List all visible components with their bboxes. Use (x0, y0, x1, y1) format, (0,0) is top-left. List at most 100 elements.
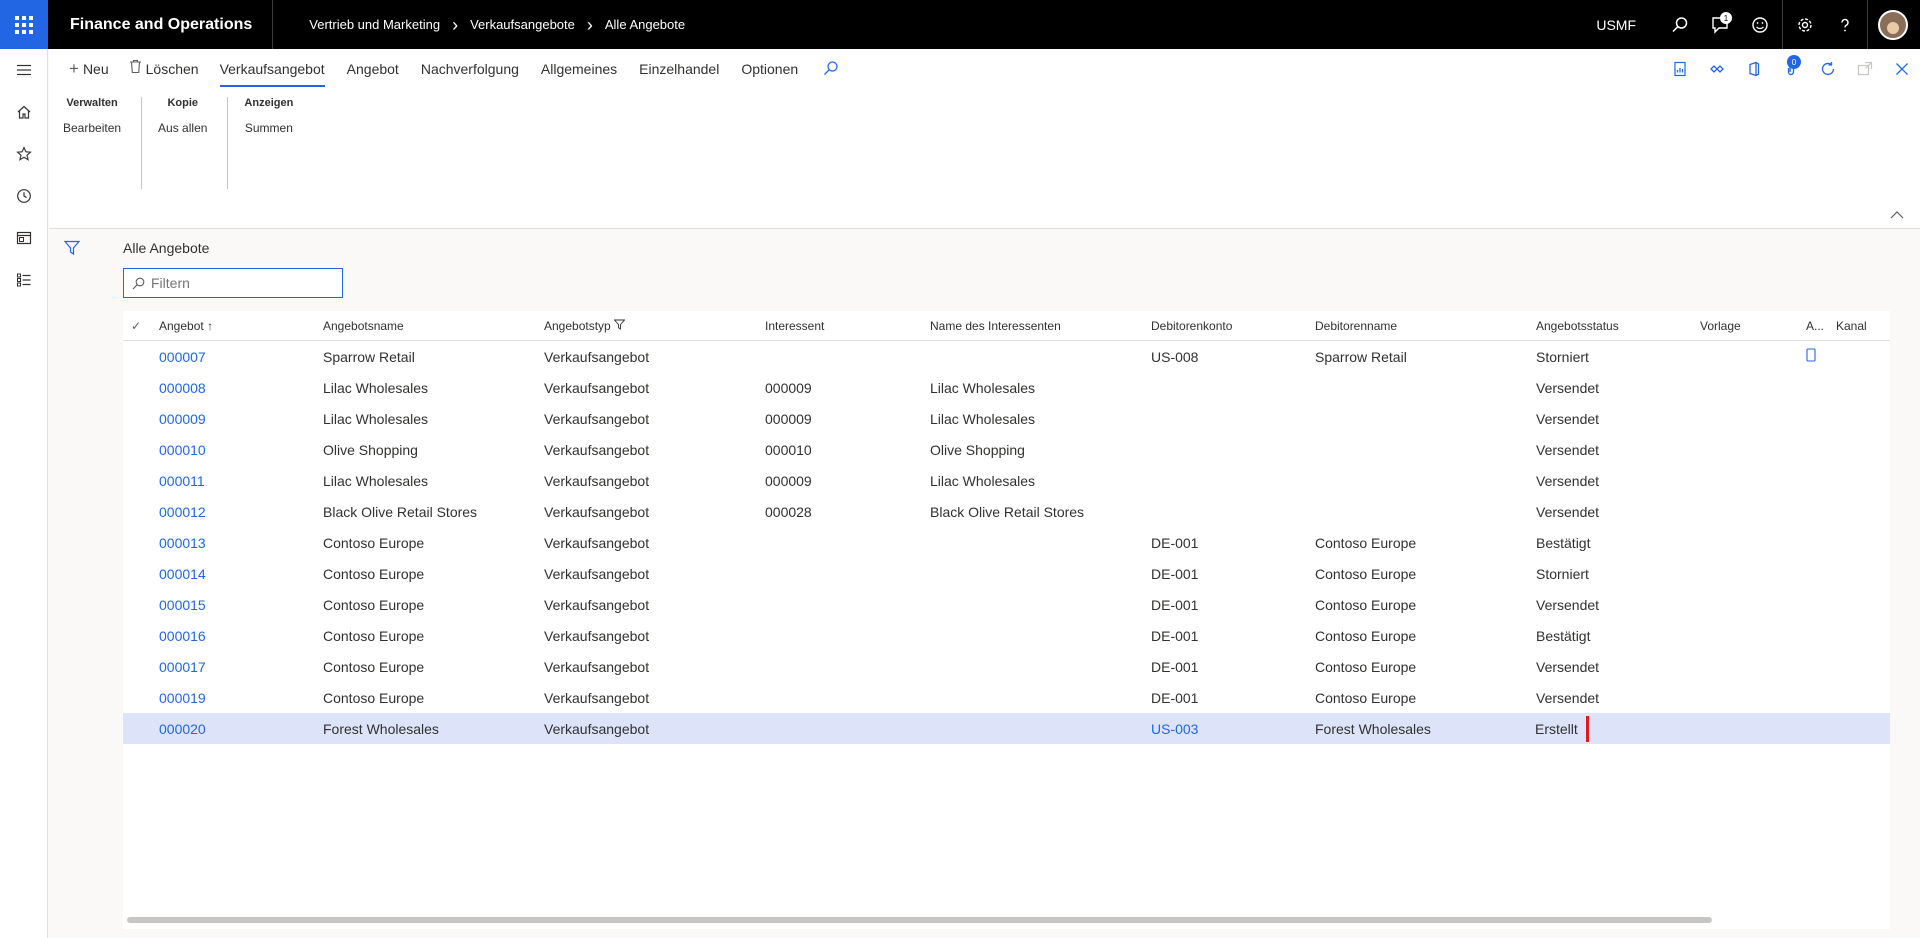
refresh-icon[interactable] (1809, 49, 1846, 89)
help-button[interactable] (1825, 0, 1865, 49)
column-header-angebotsname[interactable]: Angebotsname (323, 319, 544, 333)
table-row[interactable]: 000007 Sparrow Retail Verkaufsangebot US-00… (123, 341, 1890, 372)
cell-angebotstyp: Verkaufsangebot (544, 472, 650, 489)
table-row[interactable]: 000014 Contoso Europe Verkaufsangebot DE-00… (123, 558, 1890, 589)
new-button[interactable]: + Neu (59, 49, 119, 89)
cell-angebot[interactable]: 000010 (159, 442, 323, 458)
cell-angebot[interactable]: 000009 (159, 411, 323, 427)
cell-angebotsname: Contoso Europe (323, 565, 425, 582)
column-header-kanal[interactable]: Kanal (1836, 319, 1876, 333)
cell-debitorenkonto: US-008 (1151, 348, 1199, 365)
cell-angebotstyp: Verkaufsangebot (544, 503, 650, 520)
tab-verkaufsangebot[interactable]: Verkaufsangebot (209, 49, 336, 89)
close-icon[interactable] (1883, 49, 1920, 89)
column-header-interessent[interactable]: Interessent (765, 319, 930, 333)
open-new-window-icon[interactable] (1846, 49, 1883, 89)
search-icon (132, 277, 145, 289)
filter-input[interactable] (151, 275, 331, 291)
column-header-a[interactable]: A... (1806, 319, 1836, 333)
cell-angebot[interactable]: 000017 (159, 659, 323, 675)
table-row[interactable]: 000011 Lilac Wholesales Verkaufsangebot 000… (123, 465, 1890, 496)
office-icon[interactable] (1735, 49, 1772, 89)
recent-clock-icon[interactable] (0, 175, 48, 217)
hamburger-menu-icon[interactable] (0, 49, 48, 91)
filter-field[interactable] (123, 268, 343, 298)
column-header-debitorenkonto[interactable]: Debitorenkonto (1151, 319, 1315, 333)
cell-debitorenkonto: DE-001 (1151, 689, 1199, 706)
edit-button[interactable]: Bearbeiten (63, 121, 121, 135)
feedback-button[interactable] (1740, 0, 1780, 49)
delete-button[interactable]: Löschen (119, 49, 209, 89)
table-row[interactable]: 000019 Contoso Europe Verkaufsangebot DE-00… (123, 682, 1890, 713)
select-all-checkmark-icon[interactable]: ✓ (123, 319, 159, 333)
collapse-chevron-up-icon[interactable] (1890, 207, 1904, 222)
cell-angebotstyp: Verkaufsangebot (544, 441, 650, 458)
breadcrumb-item-1[interactable]: Vertrieb und Marketing (309, 17, 440, 32)
favorites-star-icon[interactable] (0, 133, 48, 175)
tab-angebot[interactable]: Angebot (336, 49, 410, 89)
cell-debitorenname: Contoso Europe (1315, 658, 1417, 675)
column-header-vorlage[interactable]: Vorlage (1700, 319, 1806, 333)
column-header-debitorenname[interactable]: Debitorenname (1315, 319, 1536, 333)
cell-angebot[interactable]: 000015 (159, 597, 323, 613)
action-search-icon[interactable] (823, 60, 839, 79)
cell-angebot[interactable]: 000012 (159, 504, 323, 520)
table-row[interactable]: 000017 Contoso Europe Verkaufsangebot DE-00… (123, 651, 1890, 682)
cell-angebot[interactable]: 000011 (159, 473, 323, 489)
column-header-angebotsstatus[interactable]: Angebotsstatus (1536, 319, 1700, 333)
cell-angebotsname: Contoso Europe (323, 627, 425, 644)
modules-list-icon[interactable] (0, 259, 48, 301)
table-row[interactable]: 000012 Black Olive Retail Stores Verkaufsa… (123, 496, 1890, 527)
filter-pane-funnel-icon[interactable] (63, 240, 81, 259)
horizontal-scrollbar[interactable] (127, 917, 1712, 923)
column-header-angebotstyp[interactable]: Angebotstyp (544, 319, 765, 333)
search-button[interactable] (1660, 0, 1700, 49)
home-icon[interactable] (0, 91, 48, 133)
cell-angebot[interactable]: 000008 (159, 380, 323, 396)
totals-button[interactable]: Summen (244, 121, 293, 135)
table-row[interactable]: 000020 Forest Wholesales Verkaufsangebot US… (123, 713, 1890, 744)
chevron-right-icon: › (586, 14, 593, 35)
cell-angebot[interactable]: 000014 (159, 566, 323, 582)
cell-debitorenkonto[interactable]: US-003 (1151, 721, 1315, 737)
column-header-name-des-interessenten[interactable]: Name des Interessenten (930, 319, 1151, 333)
grid-header: ✓ Angebot ↑ Angebotsname Angebotstyp Int… (123, 311, 1890, 341)
tab-optionen[interactable]: Optionen (730, 49, 809, 89)
cell-angebot[interactable]: 000019 (159, 690, 323, 706)
table-row[interactable]: 000016 Contoso Europe Verkaufsangebot DE-00… (123, 620, 1890, 651)
power-apps-icon[interactable] (1698, 49, 1735, 89)
tab-nachverfolgung[interactable]: Nachverfolgung (410, 49, 530, 89)
cell-angebotstyp: Verkaufsangebot (544, 720, 650, 737)
app-title[interactable]: Finance and Operations (48, 0, 274, 49)
column-header-angebot[interactable]: Angebot ↑ (159, 319, 323, 333)
plus-icon: + (69, 59, 79, 78)
cell-angebot[interactable]: 000016 (159, 628, 323, 644)
table-row[interactable]: 000009 Lilac Wholesales Verkaufsangebot 000… (123, 403, 1890, 434)
office-excel-icon[interactable] (1661, 49, 1698, 89)
cell-angebotsname: Olive Shopping (323, 441, 418, 458)
app-launcher-button[interactable] (0, 0, 48, 49)
copy-from-all-button[interactable]: Aus allen (158, 121, 207, 135)
table-row[interactable]: 000015 Contoso Europe Verkaufsangebot DE-00… (123, 589, 1890, 620)
cell-angebot[interactable]: 000007 (159, 349, 323, 365)
attachments-icon[interactable]: 0 (1772, 49, 1809, 89)
table-row[interactable]: 000013 Contoso Europe Verkaufsangebot DE-00… (123, 527, 1890, 558)
workspaces-icon[interactable] (0, 217, 48, 259)
notifications-button[interactable]: 1 (1700, 0, 1740, 49)
cell-angebotsname: Black Olive Retail Stores (323, 503, 478, 520)
cell-angebot[interactable]: 000013 (159, 535, 323, 551)
top-bar: Finance and Operations Vertrieb und Mark… (0, 0, 1920, 49)
tab-allgemeines[interactable]: Allgemeines (530, 49, 628, 89)
cell-name-des-interessenten: Lilac Wholesales (930, 472, 1036, 489)
avatar[interactable] (1878, 9, 1908, 40)
cell-angebot[interactable]: 000020 (159, 721, 323, 737)
settings-button[interactable] (1785, 0, 1825, 49)
breadcrumb-item-3[interactable]: Alle Angebote (605, 17, 685, 32)
company-picker[interactable]: USMF (1596, 17, 1636, 33)
group-verwalten: Verwalten Bearbeiten (63, 97, 143, 189)
tab-einzelhandel[interactable]: Einzelhandel (628, 49, 730, 89)
table-row[interactable]: 000010 Olive Shopping Verkaufsangebot 00001… (123, 434, 1890, 465)
breadcrumb-item-2[interactable]: Verkaufsangebote (470, 17, 575, 32)
cell-interessent: 000010 (765, 441, 812, 458)
table-row[interactable]: 000008 Lilac Wholesales Verkaufsangebot 000… (123, 372, 1890, 403)
